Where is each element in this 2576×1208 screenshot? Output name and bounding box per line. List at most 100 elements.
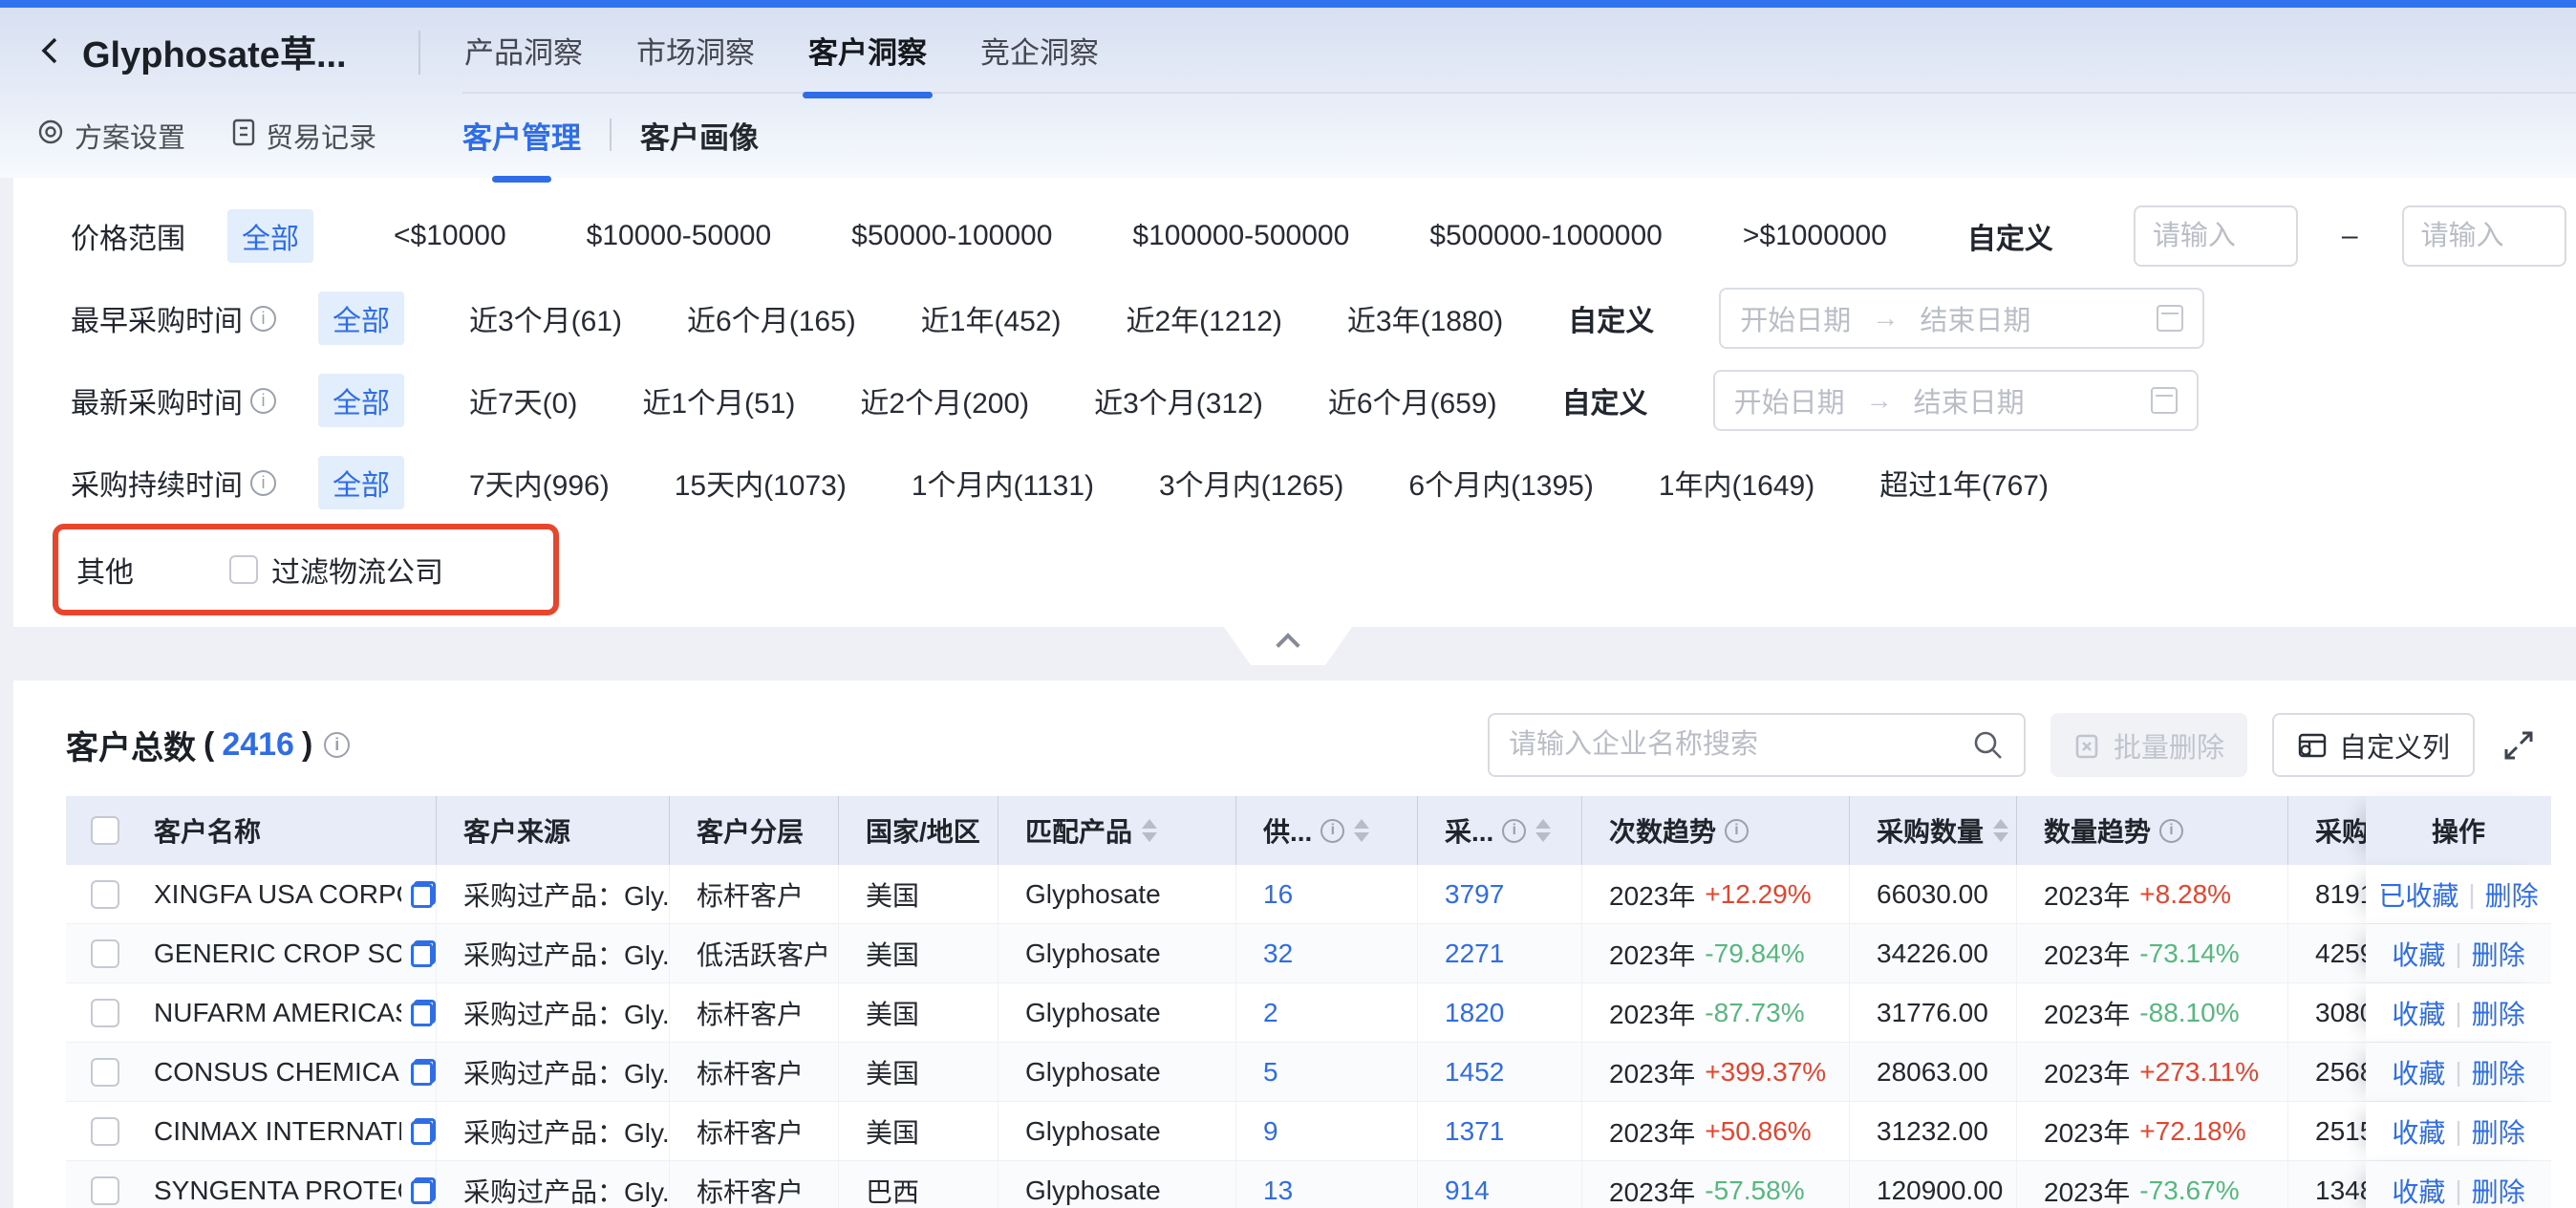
header-action-0[interactable]: 方案设置 bbox=[36, 116, 185, 156]
tab-3[interactable]: 竞企洞察 bbox=[978, 6, 1101, 95]
copy-icon[interactable] bbox=[411, 1059, 436, 1086]
copy-icon[interactable] bbox=[411, 940, 436, 967]
info-icon[interactable]: i bbox=[250, 306, 276, 332]
custom-columns-button[interactable]: 自定义列 bbox=[2272, 713, 2475, 777]
search-input[interactable] bbox=[1509, 729, 1972, 761]
delete-link[interactable]: 删除 bbox=[2472, 1053, 2525, 1091]
tab-0[interactable]: 产品洞察 bbox=[462, 6, 585, 95]
filter-option[interactable]: 超过1年(767) bbox=[1879, 462, 2049, 504]
delete-link[interactable]: 删除 bbox=[2472, 1172, 2525, 1208]
filter-option[interactable]: 7天内(996) bbox=[469, 462, 610, 504]
info-icon[interactable]: i bbox=[250, 388, 276, 414]
row-checkbox[interactable] bbox=[91, 880, 119, 909]
info-icon[interactable]: i bbox=[2159, 819, 2183, 843]
filter-option[interactable]: 全部 bbox=[318, 374, 404, 427]
filter-option[interactable]: $100000-500000 bbox=[1132, 220, 1349, 252]
filter-option[interactable]: <$10000 bbox=[394, 220, 506, 252]
sort-icon[interactable] bbox=[1354, 819, 1369, 842]
purchases-count-link[interactable]: 914 bbox=[1445, 1176, 1490, 1206]
fullscreen-icon[interactable] bbox=[2500, 726, 2538, 765]
filter-option[interactable]: 近1年(452) bbox=[921, 297, 1062, 339]
tab-2[interactable]: 客户洞察 bbox=[806, 6, 929, 95]
back-button[interactable] bbox=[36, 34, 69, 67]
suppliers-count-link[interactable]: 13 bbox=[1263, 1176, 1293, 1206]
info-icon[interactable]: i bbox=[250, 470, 276, 496]
customer-name[interactable]: CINMAX INTERNATIO bbox=[154, 1116, 401, 1147]
subtab-0[interactable]: 客户管理 bbox=[462, 114, 581, 157]
favorite-link[interactable]: 收藏 bbox=[2392, 1172, 2445, 1208]
favorite-link[interactable]: 已收藏 bbox=[2378, 875, 2458, 914]
row-checkbox[interactable] bbox=[91, 939, 119, 968]
search-icon[interactable] bbox=[1972, 729, 2005, 762]
sort-icon[interactable] bbox=[1535, 819, 1551, 842]
price-input[interactable] bbox=[2134, 205, 2298, 267]
filter-option[interactable]: 3个月内(1265) bbox=[1159, 462, 1343, 504]
collapse-filters-button[interactable] bbox=[1224, 627, 1352, 665]
tab-1[interactable]: 市场洞察 bbox=[634, 6, 757, 95]
filter-option[interactable]: 近6个月(165) bbox=[687, 297, 856, 339]
suppliers-count-link[interactable]: 16 bbox=[1263, 879, 1293, 910]
purchases-count-link[interactable]: 3797 bbox=[1445, 879, 1504, 910]
filter-option[interactable]: 近2个月(200) bbox=[860, 379, 1029, 421]
favorite-link[interactable]: 收藏 bbox=[2392, 935, 2445, 973]
sort-icon[interactable] bbox=[1142, 819, 1157, 842]
filter-option[interactable]: 全部 bbox=[318, 456, 404, 509]
favorite-link[interactable]: 收藏 bbox=[2392, 994, 2445, 1032]
favorite-link[interactable]: 收藏 bbox=[2392, 1053, 2445, 1091]
favorite-link[interactable]: 收藏 bbox=[2392, 1112, 2445, 1151]
delete-link[interactable]: 删除 bbox=[2472, 935, 2525, 973]
customer-name[interactable]: XINGFA USA CORPO bbox=[154, 879, 401, 910]
purchases-count-link[interactable]: 1371 bbox=[1445, 1116, 1504, 1147]
filter-option[interactable]: 1年内(1649) bbox=[1659, 462, 1814, 504]
filter-option[interactable]: 近6个月(659) bbox=[1328, 379, 1497, 421]
info-icon[interactable]: i bbox=[1320, 819, 1344, 843]
select-all-checkbox[interactable] bbox=[91, 816, 119, 845]
delete-link[interactable]: 删除 bbox=[2472, 1112, 2525, 1151]
batch-delete-button[interactable]: 批量删除 bbox=[2050, 713, 2247, 777]
delete-link[interactable]: 删除 bbox=[2485, 875, 2539, 914]
price-input[interactable] bbox=[2402, 205, 2566, 267]
row-checkbox[interactable] bbox=[91, 1117, 119, 1146]
purchases-count-link[interactable]: 1452 bbox=[1445, 1057, 1504, 1088]
info-icon[interactable]: i bbox=[324, 732, 350, 758]
copy-icon[interactable] bbox=[411, 1177, 436, 1204]
customer-name[interactable]: SYNGENTA PROTEC bbox=[154, 1176, 401, 1206]
copy-icon[interactable] bbox=[411, 1118, 436, 1145]
sort-icon[interactable] bbox=[1993, 819, 2008, 842]
suppliers-count-link[interactable]: 32 bbox=[1263, 938, 1293, 969]
copy-icon[interactable] bbox=[411, 1000, 436, 1026]
filter-option[interactable]: 15天内(1073) bbox=[675, 462, 847, 504]
row-checkbox[interactable] bbox=[91, 999, 119, 1027]
filter-logistics-checkbox[interactable]: 过滤物流公司 bbox=[229, 549, 443, 591]
row-checkbox[interactable] bbox=[91, 1058, 119, 1087]
row-checkbox[interactable] bbox=[91, 1176, 119, 1205]
header-action-1[interactable]: 贸易记录 bbox=[231, 116, 376, 156]
date-range-picker[interactable]: 开始日期→结束日期 bbox=[1719, 288, 2204, 349]
filter-option[interactable]: 近7天(0) bbox=[469, 379, 577, 421]
delete-link[interactable]: 删除 bbox=[2472, 994, 2525, 1032]
filter-option[interactable]: >$1000000 bbox=[1743, 220, 1887, 252]
filter-option[interactable]: 近3年(1880) bbox=[1347, 297, 1503, 339]
filter-option[interactable]: 近3个月(61) bbox=[469, 297, 622, 339]
purchases-count-link[interactable]: 1820 bbox=[1445, 998, 1504, 1028]
subtab-1[interactable]: 客户画像 bbox=[640, 114, 759, 157]
info-icon[interactable]: i bbox=[1725, 819, 1749, 843]
info-icon[interactable]: i bbox=[1502, 819, 1526, 843]
checkbox[interactable] bbox=[229, 555, 258, 584]
filter-option[interactable]: 近2年(1212) bbox=[1126, 297, 1281, 339]
filter-option[interactable]: 近1个月(51) bbox=[642, 379, 795, 421]
suppliers-count-link[interactable]: 9 bbox=[1263, 1116, 1278, 1147]
copy-icon[interactable] bbox=[411, 881, 436, 908]
suppliers-count-link[interactable]: 2 bbox=[1263, 998, 1278, 1028]
filter-option[interactable]: $10000-50000 bbox=[587, 220, 772, 252]
purchases-count-link[interactable]: 2271 bbox=[1445, 938, 1504, 969]
filter-option[interactable]: 1个月内(1131) bbox=[912, 462, 1094, 504]
filter-option[interactable]: 6个月内(1395) bbox=[1408, 462, 1593, 504]
suppliers-count-link[interactable]: 5 bbox=[1263, 1057, 1278, 1088]
customer-name[interactable]: CONSUS CHEMICAL bbox=[154, 1057, 401, 1088]
filter-option[interactable]: 全部 bbox=[227, 209, 313, 263]
date-range-picker[interactable]: 开始日期→结束日期 bbox=[1713, 370, 2199, 431]
filter-option[interactable]: 全部 bbox=[318, 291, 404, 345]
filter-option[interactable]: $500000-1000000 bbox=[1429, 220, 1663, 252]
filter-option[interactable]: $50000-100000 bbox=[851, 220, 1052, 252]
